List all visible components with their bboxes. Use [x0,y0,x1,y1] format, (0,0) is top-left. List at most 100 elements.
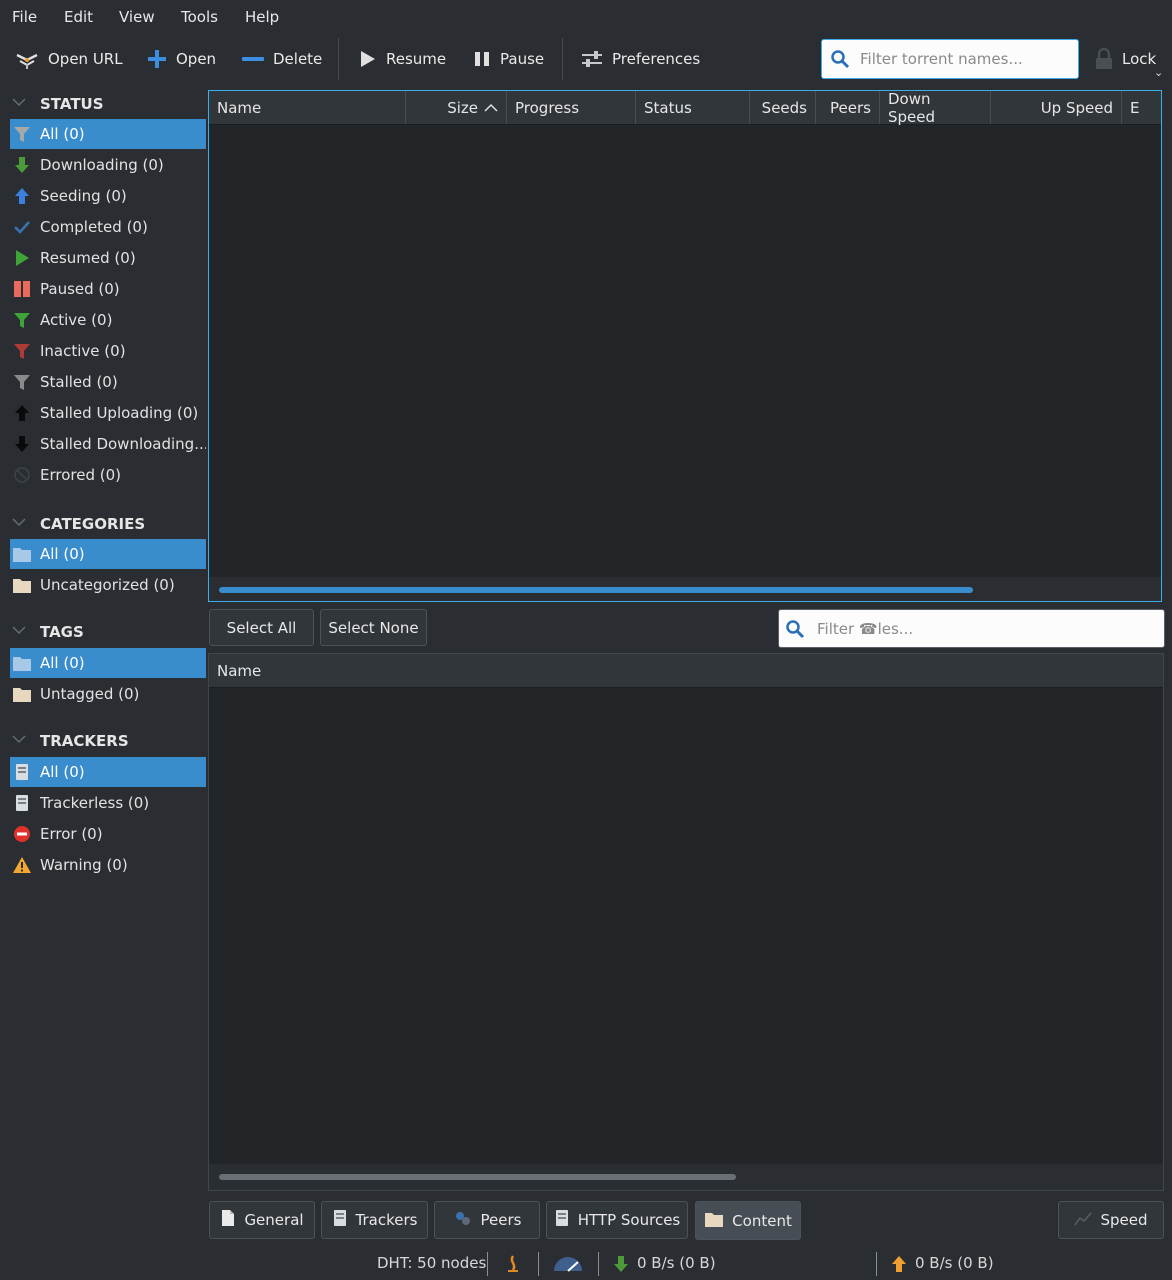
tab-trackers[interactable]: Trackers [321,1201,428,1239]
status-stalled-uploading-label: Stalled Uploading (0) [40,404,199,422]
tracker-trackerless[interactable]: Trackerless (0) [10,788,206,818]
status-errored[interactable]: Errored (0) [10,460,206,490]
tab-general[interactable]: General [209,1201,315,1239]
menu-view[interactable]: View [119,8,155,26]
column-eta-label: E [1130,98,1140,117]
connection-status-icon[interactable] [505,1254,521,1278]
preferences-button[interactable]: Preferences [580,36,700,82]
status-seeding-label: Seeding (0) [40,187,127,205]
column-up-speed[interactable]: Up Speed [991,91,1122,124]
speed-limit-icon[interactable] [552,1256,584,1276]
arrow-down-icon [12,155,32,175]
status-separator [876,1252,877,1276]
toolbar-separator [562,38,563,80]
status-completed[interactable]: Completed (0) [10,212,206,242]
pause-icon [472,49,492,69]
category-uncategorized[interactable]: Uncategorized (0) [10,570,206,600]
chart-icon [1074,1210,1093,1230]
menu-file[interactable]: File [12,8,37,26]
torrent-search-input[interactable] [860,50,1078,68]
category-uncategorized-label: Uncategorized (0) [40,576,175,594]
torrent-list-header: Name Size Progress Status Seeds Peers Do… [209,90,1161,126]
tracker-warning[interactable]: Warning (0) [10,850,206,880]
pause-button[interactable]: Pause [472,36,544,82]
column-size-label: Size [447,98,478,117]
warning-icon [12,855,32,875]
status-errored-label: Errored (0) [40,466,121,484]
category-all[interactable]: All (0) [10,539,206,569]
status-all[interactable]: All (0) [10,119,206,149]
toolbar: Open URL Open Delete Resume Pause Prefer… [0,36,1172,84]
delete-button[interactable]: Delete [241,36,322,82]
lock-button[interactable]: Lock [1094,36,1156,82]
search-icon [830,49,850,69]
column-name[interactable]: Name [209,91,406,124]
tag-all[interactable]: All (0) [10,648,206,678]
column-status[interactable]: Status [636,91,750,124]
resume-button[interactable]: Resume [358,36,446,82]
tracker-all[interactable]: All (0) [10,757,206,787]
sidebar: STATUS All (0) Downloading (0) Seeding (… [0,86,208,1280]
column-progress[interactable]: Progress [507,91,636,124]
status-section-header[interactable]: STATUS [10,91,104,117]
status-stalled[interactable]: Stalled (0) [10,367,206,397]
column-progress-label: Progress [515,98,580,117]
column-seeds-label: Seeds [761,98,807,117]
status-stalled-uploading[interactable]: Stalled Uploading (0) [10,398,206,428]
tab-speed[interactable]: Speed [1058,1201,1164,1239]
column-size[interactable]: Size [406,91,507,124]
select-none-button[interactable]: Select None [320,609,427,646]
status-active[interactable]: Active (0) [10,305,206,335]
tracker-warning-label: Warning (0) [40,856,128,874]
open-url-button[interactable]: Open URL [14,36,123,82]
download-speed: 0 B/s (0 B) [637,1254,716,1272]
status-inactive[interactable]: Inactive (0) [10,336,206,366]
tags-section-header[interactable]: TAGS [10,619,84,645]
status-all-label: All (0) [40,125,85,143]
status-stalled-downloading[interactable]: Stalled Downloading... [10,429,206,459]
open-button[interactable]: Open [146,36,216,82]
status-paused[interactable]: Paused (0) [10,274,206,304]
tag-untagged[interactable]: Untagged (0) [10,679,206,709]
horizontal-scrollbar-handle[interactable] [219,587,973,593]
torrent-list[interactable]: Name Size Progress Status Seeds Peers Do… [208,90,1162,602]
status-bar: DHT: 50 nodes 0 B/s (0 B) 0 B/s (0 B) [0,1246,1172,1280]
menu-tools[interactable]: Tools [181,8,218,26]
column-name-label: Name [217,98,262,117]
column-seeds[interactable]: Seeds [750,91,816,124]
trackers-section-header[interactable]: TRACKERS [10,728,129,754]
filter-icon [12,372,32,392]
status-seeding[interactable]: Seeding (0) [10,181,206,211]
lock-label: Lock [1122,50,1157,68]
tab-http-sources-label: HTTP Sources [577,1211,681,1229]
pause-label: Pause [500,50,545,68]
menu-help[interactable]: Help [245,8,279,26]
status-downloading[interactable]: Downloading (0) [10,150,206,180]
chevron-down-icon [10,93,28,115]
torrent-search-box[interactable] [821,39,1079,79]
tab-peers[interactable]: Peers [434,1201,540,1239]
tab-http-sources[interactable]: HTTP Sources [546,1201,688,1239]
server-icon [554,1209,570,1231]
categories-section-header[interactable]: CATEGORIES [10,511,145,537]
status-resumed[interactable]: Resumed (0) [10,243,206,273]
error-icon [12,824,32,844]
tab-speed-label: Speed [1100,1211,1148,1229]
file-column-name[interactable]: Name [209,654,1163,687]
file-list[interactable]: Name [208,653,1164,1191]
tab-content[interactable]: Content [695,1201,801,1240]
file-filter-input[interactable] [817,619,1164,638]
column-eta[interactable]: E [1122,91,1161,124]
tracker-error[interactable]: Error (0) [10,819,206,849]
select-all-button[interactable]: Select All [209,609,314,646]
column-peers[interactable]: Peers [816,91,880,124]
chevron-down-icon[interactable]: ⌄ [1154,66,1163,79]
column-down-speed[interactable]: Down Speed [880,90,991,126]
folder-icon [12,684,32,704]
arrow-up-icon [12,186,32,206]
column-status-label: Status [644,98,692,117]
menu-bar: File Edit View Tools Help [0,0,1172,36]
horizontal-scrollbar-handle[interactable] [219,1174,736,1180]
file-filter-box[interactable] [778,609,1165,648]
menu-edit[interactable]: Edit [64,8,93,26]
